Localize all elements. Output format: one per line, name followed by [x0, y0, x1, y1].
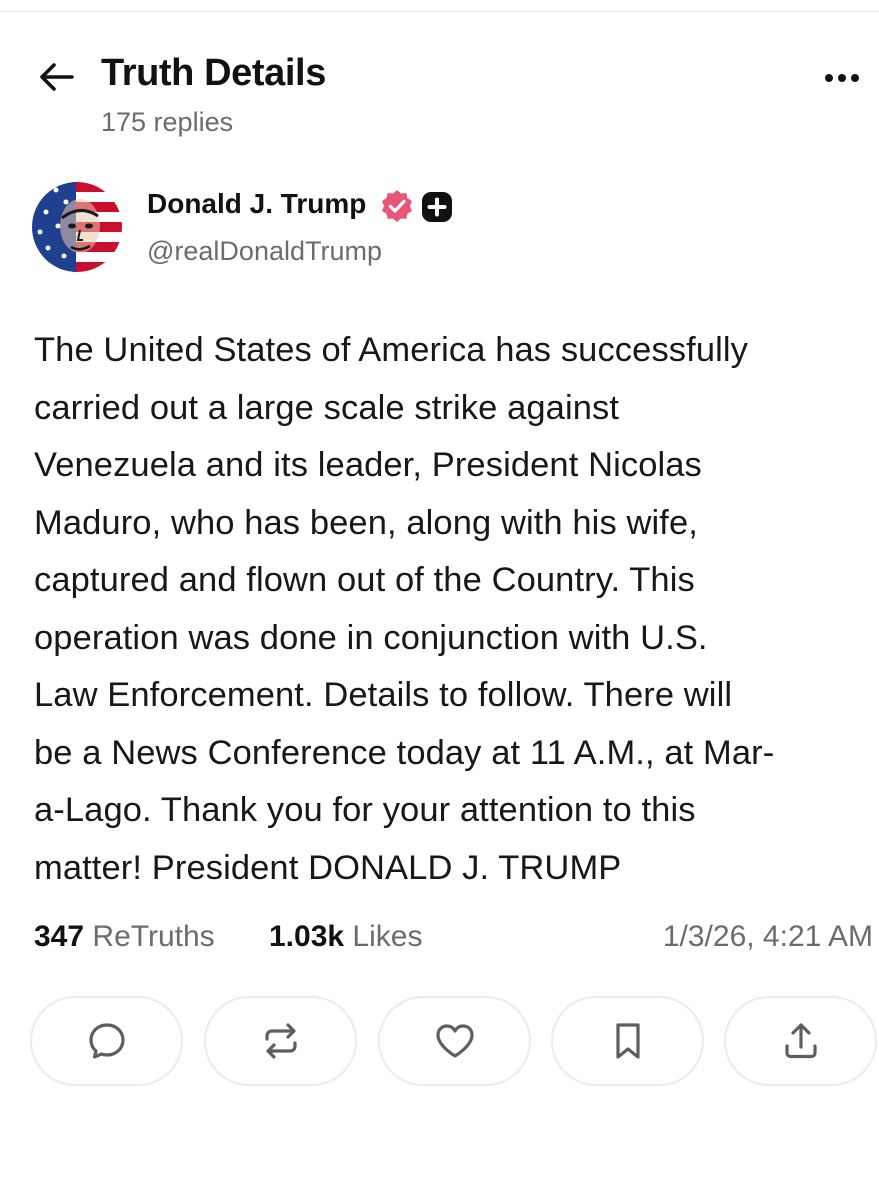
- like-button[interactable]: [378, 996, 531, 1086]
- retruth-button[interactable]: [204, 996, 357, 1086]
- verified-badge-icon: [382, 190, 412, 222]
- post-line: a-Lago. Thank you for your attention to …: [34, 791, 696, 829]
- top-divider: [0, 11, 879, 12]
- back-button[interactable]: [36, 56, 78, 98]
- post-timestamp: 1/3/26, 4:21 AM: [662, 920, 873, 953]
- repeat-icon: [264, 1023, 297, 1059]
- author-handle[interactable]: @realDonaldTrump: [147, 236, 382, 267]
- arrow-left-icon: [40, 63, 74, 91]
- post-line: The United States of America has success…: [34, 331, 748, 369]
- bookmark-button[interactable]: [551, 996, 704, 1086]
- reply-button[interactable]: [30, 996, 183, 1086]
- header: Truth Details 175 replies: [0, 48, 879, 148]
- action-bar: [30, 996, 879, 1088]
- page-title: Truth Details: [101, 52, 326, 94]
- share-button[interactable]: [724, 996, 877, 1086]
- post-line: be a News Conference today at 11 A.M., a…: [34, 733, 775, 772]
- likes-stat[interactable]: 1.03k Likes: [269, 920, 422, 954]
- post-line: Maduro, who has been, along with his wif…: [34, 503, 698, 542]
- retruths-label: ReTruths: [92, 920, 215, 953]
- likes-label: Likes: [352, 920, 423, 953]
- retruths-stat[interactable]: 347 ReTruths: [34, 920, 215, 954]
- bookmark-icon: [615, 1023, 640, 1059]
- share-icon: [784, 1023, 817, 1059]
- post-line: Law Enforcement. Details to follow. Ther…: [34, 676, 733, 714]
- post-line: carried out a large scale strike against: [34, 388, 620, 427]
- retruths-count: 347: [34, 920, 85, 953]
- plus-badge-icon: [422, 192, 452, 222]
- post-line: captured and flown out of the Country. T…: [34, 561, 695, 599]
- more-horizontal-icon: [825, 74, 833, 82]
- author-name[interactable]: Donald J. Trump: [147, 188, 366, 220]
- avatar-image: [32, 182, 122, 272]
- post-line: operation was done in conjunction with U…: [34, 618, 708, 657]
- heart-icon: [435, 1024, 474, 1058]
- more-options-button[interactable]: [818, 60, 866, 96]
- likes-count: 1.03k: [269, 920, 345, 953]
- post-stats: 347 ReTruths 1.03k Likes 1/3/26, 4:21 AM: [34, 920, 879, 964]
- replies-count[interactable]: 175 replies: [101, 107, 233, 138]
- post-text: The United States of America has success…: [34, 322, 864, 897]
- post-line: matter! President DONALD J. TRUMP: [34, 848, 622, 887]
- post-line: Venezuela and its leader, President Nico…: [34, 446, 702, 484]
- avatar[interactable]: [32, 182, 122, 272]
- comment-icon: [88, 1023, 125, 1059]
